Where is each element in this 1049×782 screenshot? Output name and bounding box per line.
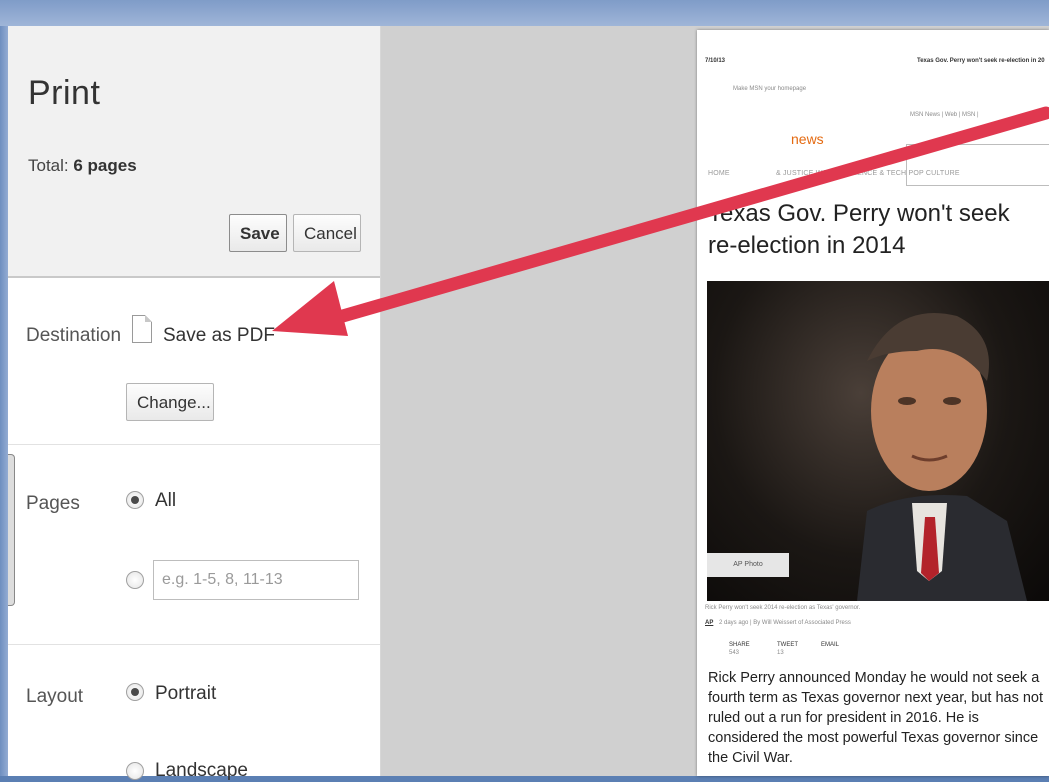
preview-search-box — [906, 144, 1049, 186]
pages-label: Pages — [26, 493, 80, 514]
nav-items: & JUSTICE WORLD SCIENCE & TECH POP CULTU… — [775, 170, 960, 177]
news-logo: news — [791, 131, 824, 147]
layout-portrait-label: Portrait — [155, 683, 217, 704]
pages-custom-radio[interactable] — [126, 571, 144, 589]
preview-page: 7/10/13 Texas Gov. Perry won't seek re-e… — [697, 30, 1049, 776]
window-title-bar — [0, 0, 1049, 26]
total-pages: Total: 6 pages — [28, 156, 137, 176]
article-text: Rick Perry announced Monday he would not… — [708, 670, 1044, 766]
layout-landscape-label: Landscape — [155, 760, 248, 781]
article-photo: AP Photo — [707, 281, 1049, 601]
change-destination-button[interactable]: Change... — [126, 383, 214, 421]
email-label: EMAIL — [821, 642, 840, 648]
layout-landscape-radio[interactable] — [126, 762, 144, 780]
save-button[interactable]: Save — [229, 214, 287, 252]
document-icon — [132, 315, 152, 343]
preview-page-title: Texas Gov. Perry won't seek re-election … — [917, 58, 1045, 64]
destination-value: Save as PDF — [163, 325, 275, 346]
destination-label: Destination — [26, 325, 122, 346]
preview-date: 7/10/13 — [705, 58, 726, 64]
article-headline: Texas Gov. Perry won't seek re-election … — [708, 200, 1010, 259]
byline-source: AP — [705, 620, 714, 626]
pages-all-label: All — [155, 490, 177, 511]
section-divider — [8, 644, 380, 645]
msn-top-links: MSN News | Web | MSN | — [910, 112, 979, 118]
layout-portrait-radio[interactable] — [126, 683, 144, 701]
cancel-button[interactable]: Cancel — [293, 214, 361, 252]
print-header: Print Total: 6 pages Save Cancel — [8, 26, 380, 278]
panel-resize-handle[interactable] — [8, 454, 15, 606]
share-count: 543 — [729, 650, 740, 656]
tweet-count: 13 — [777, 650, 784, 656]
page-range-input[interactable] — [153, 560, 359, 600]
preview-nav: HOME & JUSTICE WORLD SCIENCE & TECH POP … — [708, 170, 960, 177]
photo-caption: Rick Perry won't seek 2014 re-election a… — [705, 605, 861, 611]
photo-credit: AP Photo — [707, 553, 789, 577]
print-settings-panel: Print Total: 6 pages Save Cancel Destina… — [8, 26, 381, 781]
byline: 2 days ago | By Will Weissert of Associa… — [719, 620, 851, 626]
total-label: Total: — [28, 156, 74, 175]
share-label: SHARE — [729, 642, 750, 648]
total-value: 6 pages — [73, 156, 137, 175]
layout-label: Layout — [26, 686, 84, 707]
tweet-label: TWEET — [777, 642, 798, 648]
homepage-link: Make MSN your homepage — [733, 86, 807, 92]
section-divider — [8, 444, 380, 445]
pages-all-radio[interactable] — [126, 491, 144, 509]
print-title: Print — [28, 74, 101, 112]
nav-home: HOME — [708, 170, 730, 177]
window-left-border — [0, 26, 8, 776]
